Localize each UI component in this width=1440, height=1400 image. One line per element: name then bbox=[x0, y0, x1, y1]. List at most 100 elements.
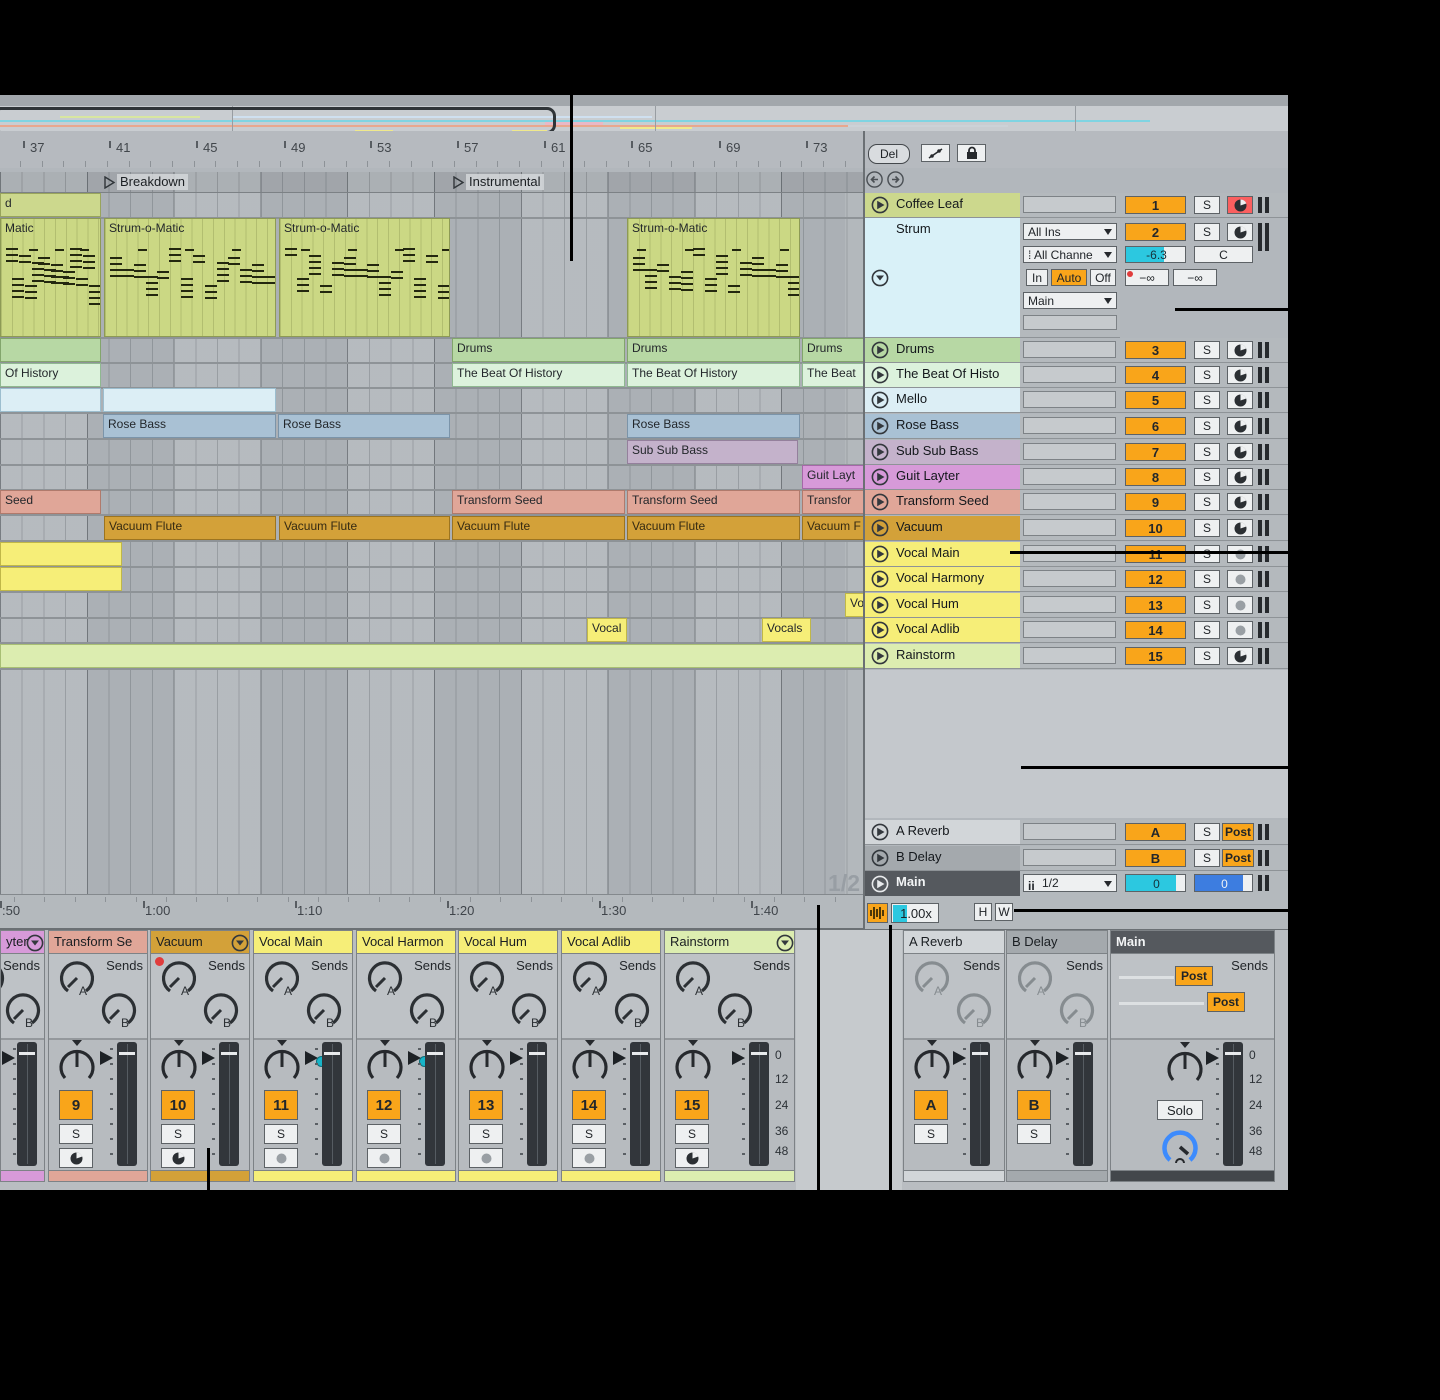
record-arm-button[interactable] bbox=[1227, 468, 1253, 486]
output-gain-field[interactable]: −∞ bbox=[1173, 269, 1217, 286]
arrangement-overview[interactable] bbox=[0, 106, 1288, 133]
send-a-knob[interactable] bbox=[159, 958, 199, 998]
track-header-transform-seed[interactable]: Transform Seed bbox=[865, 490, 1020, 515]
play-icon[interactable] bbox=[871, 443, 889, 461]
send-a-slider[interactable] bbox=[1119, 976, 1174, 979]
pan-knob[interactable] bbox=[910, 1040, 954, 1086]
record-arm-button[interactable] bbox=[1227, 391, 1253, 409]
monitor-off-button[interactable]: Off bbox=[1090, 269, 1116, 286]
solo-button[interactable]: S bbox=[1194, 621, 1220, 639]
track-activator-bar[interactable] bbox=[1258, 418, 1262, 434]
clip-vacuum-flute[interactable]: Vacuum Flute bbox=[452, 516, 625, 540]
clip-rose-bass[interactable]: Rose Bass bbox=[103, 414, 276, 438]
strip-header[interactable]: Transform Se bbox=[49, 931, 147, 954]
back-arrow-button[interactable] bbox=[866, 171, 883, 188]
delete-button[interactable]: Del bbox=[868, 144, 910, 164]
clip-mello[interactable] bbox=[103, 388, 276, 412]
play-icon[interactable] bbox=[871, 519, 889, 537]
clip-strum-o-matic[interactable]: Strum-o-Matic bbox=[279, 218, 450, 337]
playback-speed-field[interactable]: 1.00x bbox=[891, 903, 939, 923]
track-activator-bar[interactable] bbox=[1265, 469, 1269, 485]
play-icon[interactable] bbox=[871, 621, 889, 639]
fader-handle[interactable] bbox=[632, 1052, 648, 1055]
solo-button[interactable]: S bbox=[161, 1124, 195, 1144]
solo-button[interactable]: S bbox=[1194, 366, 1220, 384]
track-activator-bar[interactable] bbox=[1258, 342, 1262, 358]
solo-button[interactable]: S bbox=[1194, 596, 1220, 614]
record-arm-button[interactable] bbox=[469, 1148, 503, 1168]
clip-rose-bass[interactable]: Rose Bass bbox=[627, 414, 800, 438]
device-box[interactable] bbox=[1023, 366, 1116, 383]
track-activator-bar[interactable] bbox=[1265, 622, 1269, 638]
track-header-b-delay[interactable]: B Delay bbox=[865, 846, 1020, 871]
record-arm-button[interactable] bbox=[1227, 647, 1253, 665]
pan-knob[interactable] bbox=[465, 1040, 509, 1086]
fader-handle[interactable] bbox=[119, 1052, 135, 1055]
clip-drums[interactable]: Drums bbox=[452, 338, 625, 362]
clip-transform-seed[interactable]: Transform Seed bbox=[452, 490, 625, 514]
track-activator-bar[interactable] bbox=[1258, 824, 1262, 840]
bar-ruler[interactable]: 37 41 45 49 53 57 61 65 69 73 Del bbox=[0, 131, 1288, 168]
send-a-knob[interactable] bbox=[673, 958, 713, 998]
send-b-knob[interactable] bbox=[612, 990, 652, 1030]
clip-of-history[interactable]: Of History bbox=[0, 363, 101, 387]
fader-handle[interactable] bbox=[19, 1052, 35, 1055]
track-number[interactable]: 1 bbox=[1125, 196, 1186, 214]
send-a-knob[interactable] bbox=[912, 958, 952, 998]
fader-handle[interactable] bbox=[529, 1052, 545, 1055]
track-activator-bar[interactable] bbox=[1258, 223, 1262, 251]
send-b-knob[interactable] bbox=[3, 990, 43, 1030]
clip-rose-bass[interactable]: Rose Bass bbox=[278, 414, 450, 438]
post-toggle[interactable]: Post bbox=[1222, 823, 1254, 841]
pan-field[interactable]: C bbox=[1194, 246, 1253, 263]
clip-the-beat-of-history[interactable]: The Beat Of History bbox=[627, 363, 800, 387]
pan-knob[interactable] bbox=[1013, 1040, 1057, 1086]
track-number[interactable]: 13 bbox=[469, 1090, 503, 1120]
track-number[interactable]: 13 bbox=[1125, 596, 1186, 614]
track-activator-bar[interactable] bbox=[1258, 197, 1262, 213]
lock-envelopes-button[interactable] bbox=[957, 144, 986, 162]
chevron-down-icon[interactable] bbox=[871, 269, 889, 287]
track-activator-bar[interactable] bbox=[1258, 520, 1262, 536]
device-box[interactable] bbox=[1023, 417, 1116, 434]
track-number[interactable]: 15 bbox=[1125, 647, 1186, 665]
pan-knob[interactable] bbox=[1163, 1042, 1207, 1088]
clip-vocal[interactable]: Vocal bbox=[587, 618, 627, 642]
solo-button[interactable]: S bbox=[1194, 196, 1220, 214]
input-type-chooser[interactable]: All Ins bbox=[1023, 223, 1117, 240]
solo-button[interactable]: S bbox=[1194, 823, 1220, 841]
clip-seed[interactable]: Seed bbox=[0, 490, 101, 514]
monitor-auto-button[interactable]: Auto bbox=[1051, 269, 1087, 286]
volume-fader[interactable] bbox=[322, 1042, 342, 1166]
solo-button[interactable]: S bbox=[1194, 570, 1220, 588]
clip-drums[interactable]: Drums bbox=[627, 338, 800, 362]
track-header-guit-layter[interactable]: Guit Layter bbox=[865, 465, 1020, 490]
track-number[interactable]: 7 bbox=[1125, 443, 1186, 461]
device-box[interactable] bbox=[1023, 823, 1116, 840]
monitor-in-button[interactable]: In bbox=[1026, 269, 1048, 286]
send-b-slider[interactable] bbox=[1119, 1002, 1204, 1005]
return-letter[interactable]: A bbox=[1125, 823, 1186, 841]
track-header-vocal-harmony[interactable]: Vocal Harmony bbox=[865, 567, 1020, 592]
volume-fader[interactable] bbox=[219, 1042, 239, 1166]
clip-vacuum-flute[interactable]: Vacuum Flute bbox=[104, 516, 276, 540]
fader-handle[interactable] bbox=[324, 1052, 340, 1055]
strip-header[interactable]: Main bbox=[1111, 931, 1274, 954]
solo-button[interactable]: S bbox=[914, 1124, 948, 1144]
pan-knob[interactable] bbox=[260, 1040, 304, 1086]
chevron-down-icon[interactable] bbox=[26, 934, 44, 952]
track-number[interactable]: 4 bbox=[1125, 366, 1186, 384]
track-header-sub-sub-bass[interactable]: Sub Sub Bass bbox=[865, 440, 1020, 465]
locator-flag[interactable]: Breakdown bbox=[103, 174, 243, 190]
clip-vocals[interactable]: Vocals bbox=[762, 618, 811, 642]
track-activator-bar[interactable] bbox=[1258, 444, 1262, 460]
clip-the-beat-of-history[interactable]: The Beat Of History bbox=[452, 363, 625, 387]
solo-button[interactable]: S bbox=[1194, 468, 1220, 486]
clip-guit-layt[interactable]: Guit Layt bbox=[802, 465, 865, 489]
track-activator-bar[interactable] bbox=[1258, 571, 1262, 587]
record-arm-button[interactable] bbox=[1227, 366, 1253, 384]
play-icon[interactable] bbox=[871, 493, 889, 511]
clip-d[interactable]: d bbox=[0, 193, 101, 217]
clip-drums[interactable]: Drums bbox=[802, 338, 865, 362]
send-b-knob[interactable] bbox=[407, 990, 447, 1030]
